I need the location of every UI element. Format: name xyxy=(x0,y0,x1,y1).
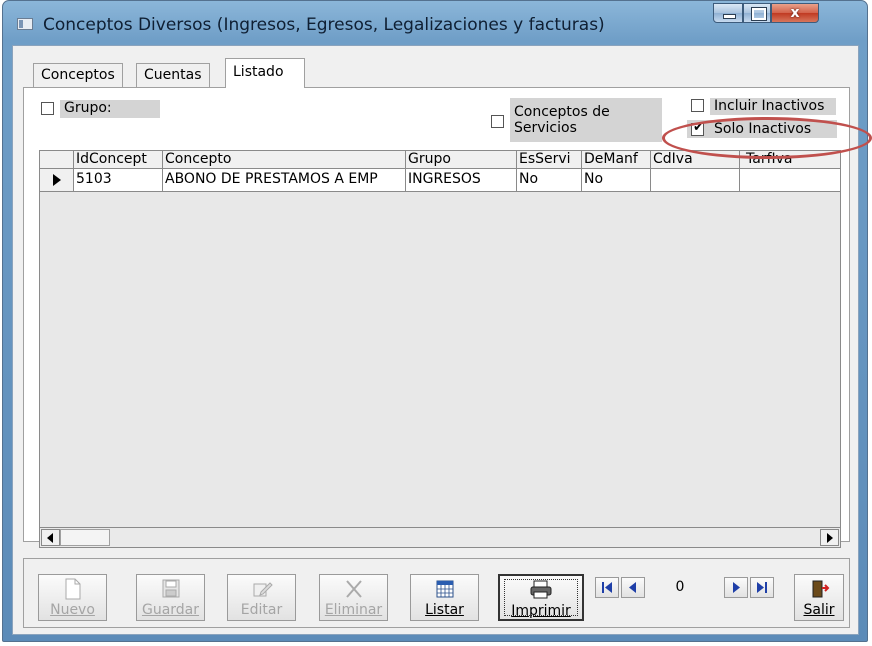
salir-label: Salir xyxy=(803,602,835,618)
title-bar[interactable]: Conceptos Diversos (Ingresos, Egresos, L… xyxy=(3,1,867,45)
conceptos-servicios-label-line2: Servicios xyxy=(514,120,577,136)
nuevo-button[interactable]: Nuevo xyxy=(38,574,107,621)
scroll-left-button[interactable] xyxy=(41,529,60,546)
app-icon[interactable] xyxy=(17,18,33,30)
tab-conceptos[interactable]: Conceptos xyxy=(33,63,123,87)
record-position: 0 xyxy=(675,579,685,595)
column-header-idconcept[interactable]: IdConcept xyxy=(74,151,163,168)
previous-record-icon xyxy=(629,582,636,593)
column-header-demanf[interactable]: DeManf xyxy=(582,151,651,168)
listar-button[interactable]: Listar xyxy=(410,574,479,621)
tab-cuentas[interactable]: Cuentas xyxy=(136,63,210,87)
grupo-label: Grupo: xyxy=(60,100,160,118)
save-disk-icon xyxy=(137,578,204,602)
editar-label: Editar xyxy=(240,602,283,618)
last-record-button[interactable] xyxy=(750,577,774,598)
horizontal-scrollbar[interactable] xyxy=(39,527,841,548)
conceptos-servicios-label: Conceptos de Servicios xyxy=(510,98,662,142)
cell-concepto[interactable]: ABONO DE PRESTAMOS A EMP xyxy=(163,169,406,191)
first-record-button[interactable] xyxy=(595,577,619,598)
conceptos-servicios-label-line1: Conceptos de xyxy=(514,104,610,120)
header-corner xyxy=(40,151,74,168)
incluir-inactivos-label: Incluir Inactivos xyxy=(710,98,836,115)
cell-tarfiva[interactable] xyxy=(740,169,840,191)
calendar-list-icon xyxy=(411,578,478,602)
table-row[interactable]: 5103 ABONO DE PRESTAMOS A EMP INGRESOS N… xyxy=(40,169,840,192)
scroll-thumb[interactable] xyxy=(60,529,110,546)
bottom-toolbar: Nuevo Guardar Editar Eliminar Listar Imp… xyxy=(23,558,850,628)
previous-record-button[interactable] xyxy=(621,577,645,598)
cell-cdiva[interactable] xyxy=(651,169,740,191)
row-indicator[interactable] xyxy=(40,169,74,191)
application-window: Conceptos Diversos (Ingresos, Egresos, L… xyxy=(2,0,868,642)
cell-idconcept[interactable]: 5103 xyxy=(74,169,163,191)
cell-esservicio[interactable]: No xyxy=(517,169,582,191)
first-record-icon xyxy=(602,582,612,593)
column-header-concepto[interactable]: Concepto xyxy=(163,151,406,168)
last-record-icon xyxy=(757,582,767,593)
window-title: Conceptos Diversos (Ingresos, Egresos, L… xyxy=(43,15,605,35)
next-record-button[interactable] xyxy=(724,577,748,598)
conceptos-servicios-checkbox[interactable] xyxy=(491,115,504,128)
grupo-checkbox[interactable] xyxy=(41,102,54,115)
column-header-grupo[interactable]: Grupo xyxy=(406,151,517,168)
edit-pencil-icon xyxy=(228,578,295,602)
guardar-button[interactable]: Guardar xyxy=(136,574,205,621)
close-icon: x xyxy=(790,5,800,21)
listar-label: Listar xyxy=(425,602,464,618)
imprimir-button[interactable]: Imprimir xyxy=(498,574,584,621)
guardar-label: Guardar xyxy=(141,602,200,618)
incluir-inactivos-checkbox[interactable] xyxy=(691,99,704,112)
tab-listado[interactable]: Listado xyxy=(225,58,305,88)
new-document-icon xyxy=(39,578,106,602)
current-row-arrow-icon xyxy=(53,174,61,186)
eliminar-label: Eliminar xyxy=(324,602,383,618)
imprimir-label: Imprimir xyxy=(511,603,571,619)
arrow-right-icon xyxy=(827,533,833,543)
editar-button[interactable]: Editar xyxy=(227,574,296,621)
conceptos-grid[interactable]: IdConcept Concepto Grupo EsServi DeManf … xyxy=(39,150,841,528)
highlight-ellipse-annotation xyxy=(662,117,872,159)
close-button[interactable]: x xyxy=(771,3,819,23)
arrow-left-icon xyxy=(47,533,53,543)
nuevo-label: Nuevo xyxy=(50,602,95,618)
printer-icon xyxy=(500,579,582,603)
salir-button[interactable]: Salir xyxy=(794,574,844,621)
minimize-button[interactable] xyxy=(713,3,743,23)
maximize-icon xyxy=(751,7,767,21)
cell-grupo[interactable]: INGRESOS xyxy=(406,169,517,191)
eliminar-button[interactable]: Eliminar xyxy=(319,574,388,621)
maximize-button[interactable] xyxy=(743,3,771,23)
minimize-icon xyxy=(723,14,736,19)
scroll-right-button[interactable] xyxy=(820,529,839,546)
delete-x-icon xyxy=(320,578,387,602)
next-record-icon xyxy=(733,582,740,593)
cell-demanf[interactable]: No xyxy=(582,169,651,191)
column-header-esservicio[interactable]: EsServi xyxy=(517,151,582,168)
exit-door-icon xyxy=(795,578,843,602)
